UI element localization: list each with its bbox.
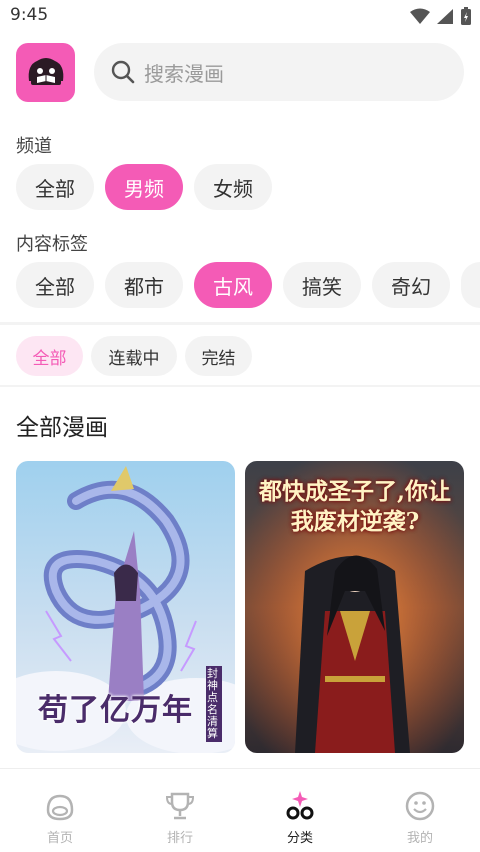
tags-label: 内容标签 — [16, 234, 88, 255]
tag-chip-all[interactable]: 全部 — [16, 262, 94, 308]
comic-card-2[interactable]: 都快成圣子了,你让我废材逆袭? — [245, 461, 464, 753]
trophy-icon — [163, 789, 197, 823]
wifi-icon — [410, 8, 430, 24]
tag-chip-comedy[interactable]: 搞笑 — [283, 262, 361, 308]
comic-card-1[interactable]: 苟了亿万年 封神点名清算 — [16, 461, 235, 753]
smiley-icon — [403, 789, 437, 823]
tag-chip-overflow[interactable] — [461, 262, 480, 308]
tag-chip-ancient[interactable]: 古风 — [194, 262, 272, 308]
status-icons — [410, 7, 472, 26]
reader-mascot-icon — [28, 57, 63, 85]
status-chip-all[interactable]: 全部 — [16, 336, 83, 376]
channel-chip-all[interactable]: 全部 — [16, 164, 94, 210]
nav-ranking[interactable]: 排行 — [140, 769, 220, 852]
divider — [0, 385, 480, 387]
cover-title-text: 都快成圣子了,你让我废材逆袭? — [258, 478, 451, 535]
nav-label: 分类 — [286, 831, 313, 846]
status-chip-finished[interactable]: 完结 — [185, 336, 252, 376]
bottom-nav: 首页 排行 分类 我的 — [0, 768, 480, 852]
signal-icon — [437, 9, 453, 24]
app-logo[interactable] — [16, 43, 75, 102]
tag-chip-fantasy[interactable]: 奇幻 — [372, 262, 450, 308]
nav-home[interactable]: 首页 — [20, 769, 100, 852]
nav-profile[interactable]: 我的 — [380, 769, 460, 852]
status-chip-ongoing[interactable]: 连载中 — [91, 336, 177, 376]
nav-label: 首页 — [46, 831, 73, 846]
search-placeholder: 搜索漫画 — [144, 61, 224, 86]
channel-label: 频道 — [16, 136, 52, 157]
cover-title-text: 苟了亿万年 — [38, 693, 193, 728]
nav-label: 我的 — [406, 831, 433, 846]
search-input[interactable]: 搜索漫画 — [94, 43, 464, 101]
battery-icon — [461, 7, 471, 25]
tag-chip-urban[interactable]: 都市 — [105, 262, 183, 308]
nav-category[interactable]: 分类 — [260, 769, 340, 852]
nav-label: 排行 — [166, 831, 193, 846]
section-title: 全部漫画 — [16, 415, 108, 441]
status-bar: 9:45 — [0, 0, 480, 32]
status-time: 9:45 — [10, 5, 49, 25]
channel-chip-female[interactable]: 女频 — [194, 164, 272, 210]
channel-chip-male[interactable]: 男频 — [105, 164, 183, 210]
search-icon — [111, 60, 135, 84]
category-icon — [283, 789, 317, 823]
divider — [0, 322, 480, 325]
home-face-icon — [43, 789, 77, 823]
cover-subtitle-text: 封神点名清算 — [206, 666, 222, 742]
